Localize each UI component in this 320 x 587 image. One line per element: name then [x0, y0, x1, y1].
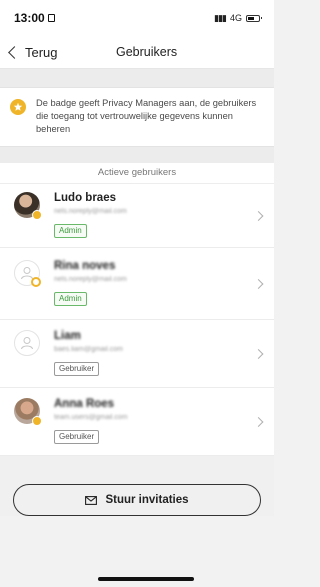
person-icon: [21, 337, 33, 350]
spacer: [0, 147, 274, 163]
mail-icon: [85, 495, 98, 505]
user-list: Ludo braes nels.noreply@mail.com Admin R…: [0, 184, 274, 456]
home-indicator[interactable]: [98, 577, 194, 581]
send-invitations-button[interactable]: Stuur invitaties: [13, 484, 261, 516]
privacy-badge-icon: [31, 277, 41, 287]
spacer: [0, 69, 274, 87]
status-time: 13:00: [14, 11, 55, 25]
nav-bar: Terug Gebruikers: [0, 36, 274, 69]
chevron-left-icon: [8, 45, 21, 59]
user-email: baes.liam@gmail.com: [54, 346, 123, 353]
star-icon: [10, 99, 26, 115]
user-email: nels.noreply@mail.com: [54, 208, 127, 215]
status-indicators: ▮▮▮ 4G: [214, 12, 262, 24]
privacy-badge-icon: [32, 210, 42, 220]
notice-text: De badge geeft Privacy Managers aan, de …: [36, 98, 257, 134]
section-title: Actieve gebruikers: [0, 163, 274, 184]
user-name: Anna Roes: [54, 398, 115, 410]
user-info: Ludo braes nels.noreply@mail.com Admin: [54, 192, 262, 247]
user-row[interactable]: Rina noves nels.noreply@mail.com Admin: [0, 248, 274, 320]
user-name: Rina noves: [54, 260, 116, 272]
privacy-badge-icon: [32, 416, 42, 426]
back-button[interactable]: Terug: [0, 45, 58, 60]
role-badge: Gebruiker: [54, 362, 100, 376]
privacy-notice: De badge geeft Privacy Managers aan, de …: [0, 87, 274, 147]
user-info: Rina noves nels.noreply@mail.com Admin: [54, 260, 262, 319]
user-name: Ludo braes: [54, 192, 116, 204]
avatar: [14, 260, 41, 287]
role-badge: Gebruiker: [54, 430, 100, 444]
user-email: team.users@gmail.com: [54, 414, 128, 421]
user-row[interactable]: Anna Roes team.users@gmail.com Gebruiker: [0, 388, 274, 456]
avatar: [14, 330, 40, 356]
user-row[interactable]: Liam baes.liam@gmail.com Gebruiker: [0, 320, 274, 388]
battery-icon: [246, 14, 262, 22]
avatar: [14, 192, 42, 220]
invite-area: Stuur invitaties: [0, 456, 274, 516]
user-name: Liam: [54, 330, 81, 342]
role-badge: Admin: [54, 224, 87, 238]
user-info: Liam baes.liam@gmail.com Gebruiker: [54, 330, 262, 387]
network-label: 4G: [229, 13, 242, 23]
user-row[interactable]: Ludo braes nels.noreply@mail.com Admin: [0, 184, 274, 248]
signal-bars-icon: ▮▮▮: [214, 12, 227, 23]
avatar: [14, 398, 42, 426]
time-label: 13:00: [14, 11, 45, 25]
user-info: Anna Roes team.users@gmail.com Gebruiker: [54, 398, 262, 455]
back-label: Terug: [25, 44, 58, 60]
status-bar: 13:00 ▮▮▮ 4G: [0, 0, 274, 36]
invite-label: Stuur invitaties: [105, 494, 189, 506]
page-title: Gebruikers: [116, 45, 178, 59]
role-badge: Admin: [54, 292, 87, 306]
user-email: nels.noreply@mail.com: [54, 276, 127, 283]
notification-icon: [47, 14, 55, 22]
